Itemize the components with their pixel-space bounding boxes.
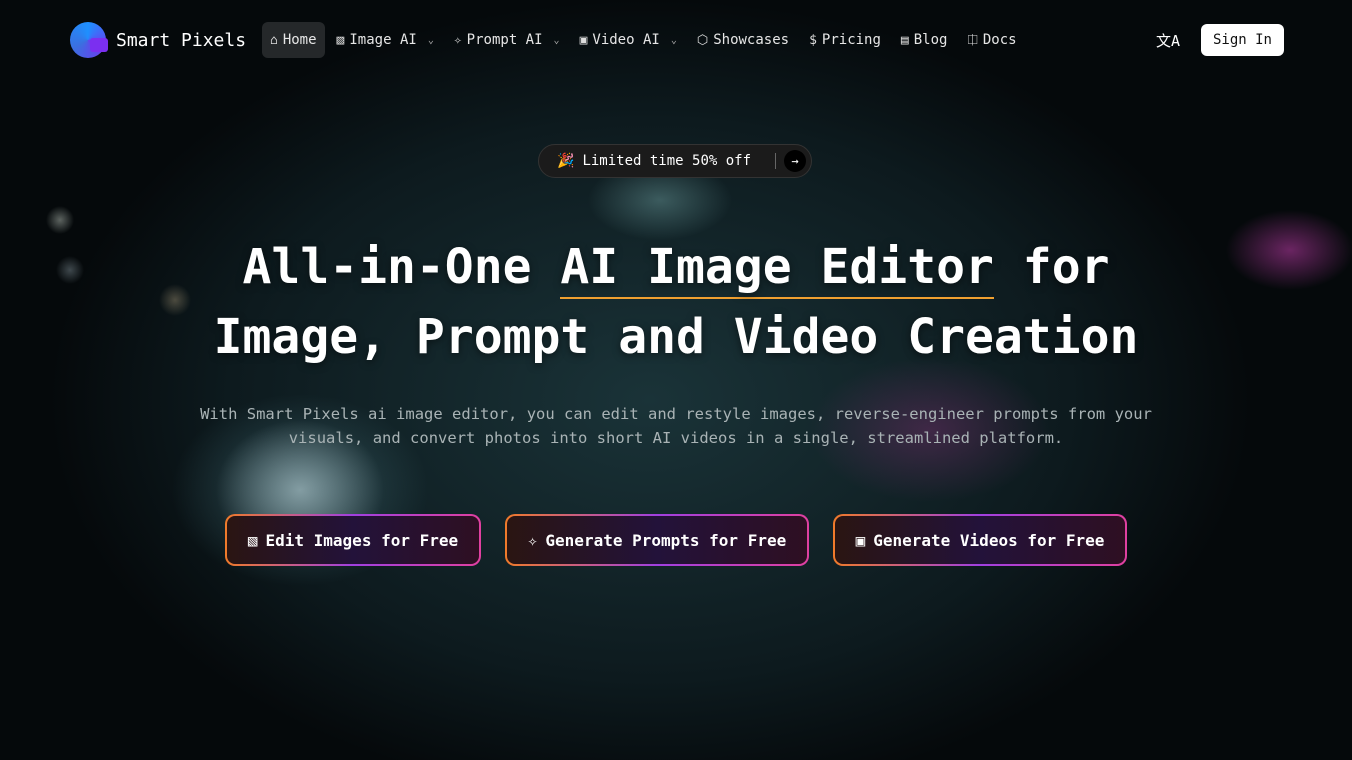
nav-label: Blog [913,32,948,48]
title-part: All-in-One [242,239,561,295]
image-edit-icon: ▧ [247,530,258,550]
nav-label: Home [282,32,317,48]
title-highlight: AI Image Editor [560,239,994,299]
promo-badge[interactable]: 🎉 Limited time 50% off → [538,144,812,178]
sparkle-icon: ✧ [453,32,462,48]
nav-label: Prompt AI [466,32,543,48]
newspaper-icon: ▤ [900,32,909,48]
image-edit-icon: ▧ [336,32,345,48]
nav-label: Showcases [713,32,790,48]
nav-label: Docs [982,32,1017,48]
nav-label: Video AI [592,32,660,48]
nav-label: Pricing [821,32,881,48]
nav-pricing[interactable]: $ Pricing [801,22,889,58]
sign-in-button[interactable]: Sign In [1201,24,1284,56]
nav-home[interactable]: ⌂ Home [262,22,325,58]
play-icon: ▣ [579,32,588,48]
title-line-2: Image, Prompt and Video Creation [213,309,1139,365]
nav-blog[interactable]: ▤ Blog [893,22,956,58]
hero-subtitle: With Smart Pixels ai image editor, you c… [200,405,1152,447]
arrow-right-icon[interactable]: → [784,150,806,172]
logo-icon [70,22,108,58]
chevron-down-icon: ⌄ [553,34,560,46]
cube-icon: ⬡ [696,32,709,48]
cta-label: Generate Prompts for Free [545,530,787,550]
nav-docs[interactable]: ⎅ Docs [959,22,1024,58]
nav-showcases[interactable]: ⬡ Showcases [689,22,797,58]
hero-title: All-in-One AI Image Editor for Image, Pr… [0,232,1352,372]
brand-name: Smart Pixels [116,29,247,51]
nav-image-ai[interactable]: ▧ Image AI ⌄ [329,22,442,58]
cta-label: Generate Videos for Free [873,530,1105,550]
dollar-icon: $ [809,32,817,48]
play-icon: ▣ [855,530,866,550]
home-icon: ⌂ [270,32,278,48]
promo-label: Limited time 50% off [582,153,752,169]
generate-prompts-button[interactable]: ✧ Generate Prompts for Free [505,514,809,566]
sparkle-icon: ✧ [527,530,538,550]
cta-label: Edit Images for Free [265,530,459,550]
brand-logo[interactable]: Smart Pixels [70,22,246,58]
top-nav: Smart Pixels ⌂ Home ▧ Image AI ⌄ ✧ Prompt AI… [0,0,1352,80]
chevron-down-icon: ⌄ [427,34,434,46]
chevron-down-icon: ⌄ [670,34,677,46]
nav-video-ai[interactable]: ▣ Video AI ⌄ [572,22,685,58]
book-icon: ⎅ [967,32,978,48]
edit-images-button[interactable]: ▧ Edit Images for Free [225,514,481,566]
nav-prompt-ai[interactable]: ✧ Prompt AI ⌄ [446,22,568,58]
party-popper-icon: 🎉 [557,153,575,169]
generate-videos-button[interactable]: ▣ Generate Videos for Free [833,514,1127,566]
divider [775,153,777,169]
translate-icon[interactable]: 文A [1156,30,1180,51]
nav-label: Image AI [349,32,417,48]
title-part: for [993,239,1110,295]
